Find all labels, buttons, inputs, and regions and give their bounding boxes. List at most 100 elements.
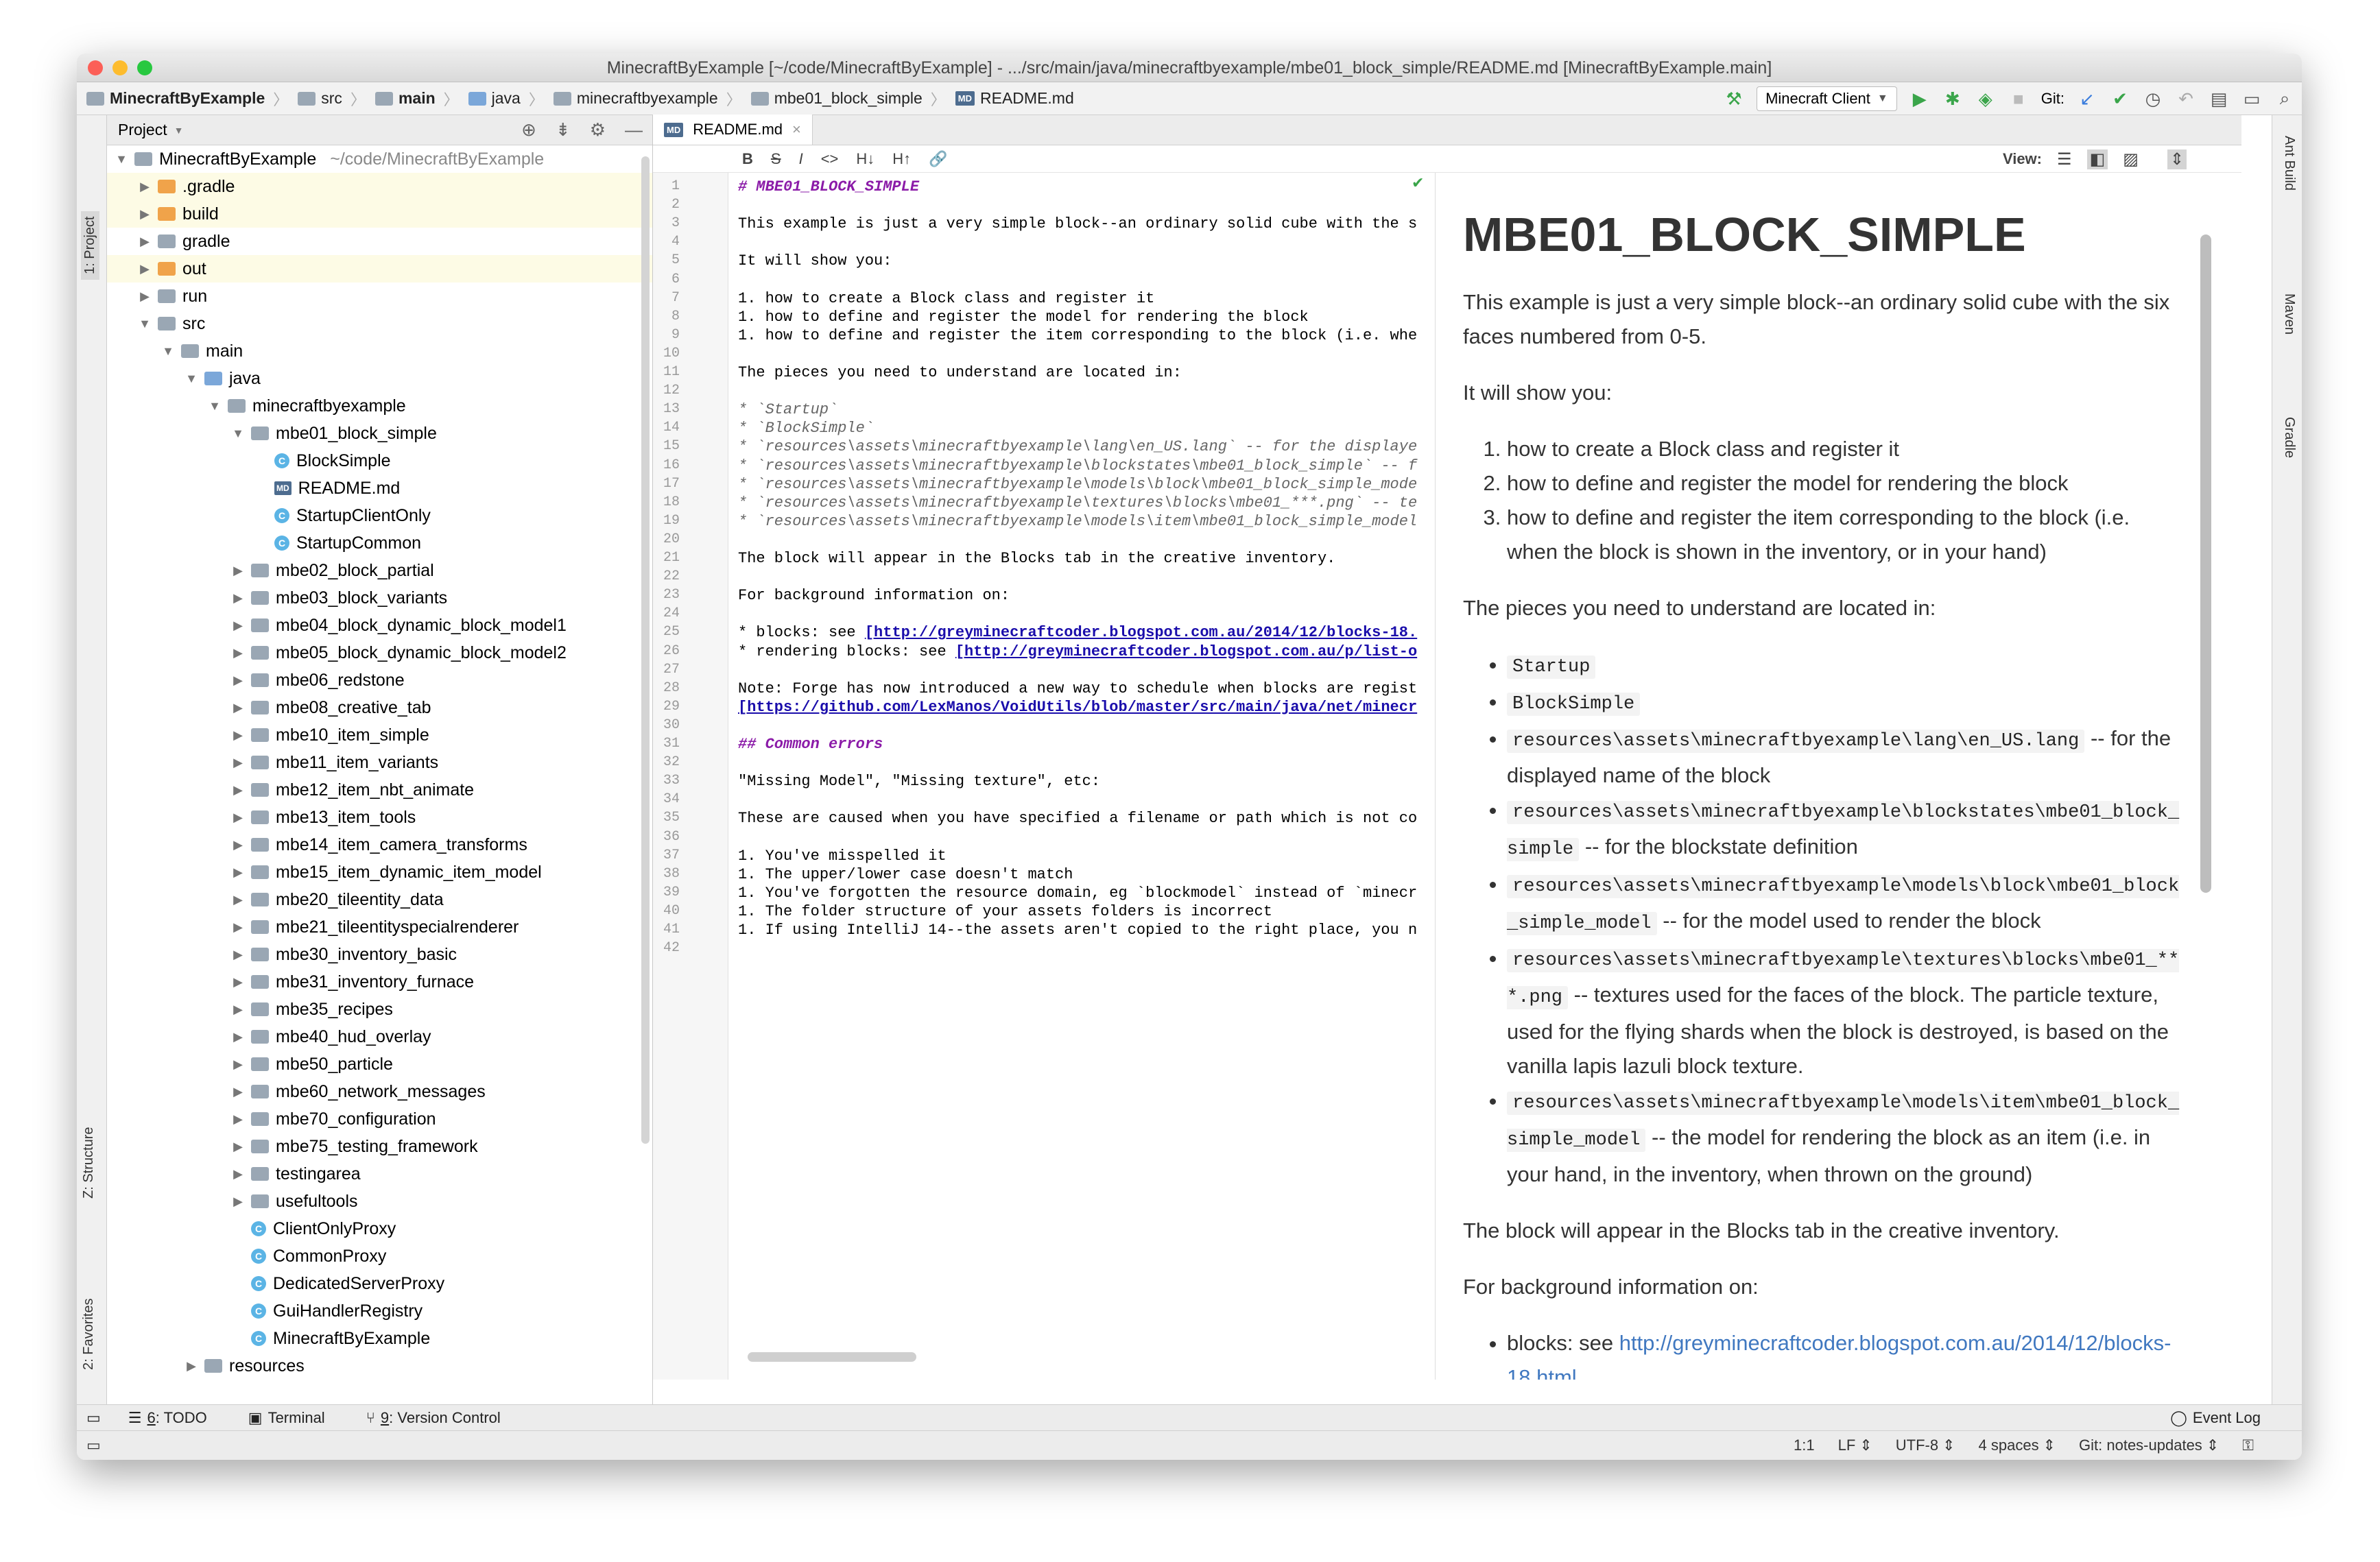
breadcrumb-item[interactable]: minecraftbyexample 〉: [553, 88, 741, 110]
tree-item[interactable]: ▶ mbe21_tileentityspecialrenderer: [107, 913, 652, 941]
close-tab-icon[interactable]: ×: [792, 121, 801, 139]
breadcrumb-item[interactable]: java 〉: [468, 88, 544, 110]
expand-arrow-icon[interactable]: ▶: [232, 564, 244, 578]
tree-item[interactable]: ▶ mbe50_particle: [107, 1050, 652, 1078]
expand-arrow-icon[interactable]: ▼: [115, 152, 128, 167]
expand-arrow-icon[interactable]: ▶: [232, 865, 244, 880]
tree-item[interactable]: ▶ mbe04_block_dynamic_block_model1: [107, 612, 652, 639]
tree-item[interactable]: ▼ main: [107, 337, 652, 365]
tree-item[interactable]: ▶ run: [107, 283, 652, 310]
project-scrollbar[interactable]: [641, 156, 650, 1144]
expand-arrow-icon[interactable]: ▶: [232, 810, 244, 825]
tool-tab-terminal[interactable]: ▣ Terminal: [248, 1409, 325, 1427]
tree-item[interactable]: ▶ mbe40_hud_overlay: [107, 1023, 652, 1050]
tree-item[interactable]: ▶ build: [107, 200, 652, 228]
editor-tab-readme[interactable]: MD README.md ×: [653, 115, 813, 145]
tool-tab-todo[interactable]: ☰ 6: TODO: [128, 1409, 207, 1427]
gear-icon[interactable]: ⚙: [590, 119, 606, 141]
tree-item[interactable]: ▶ .gradle: [107, 173, 652, 200]
expand-arrow-icon[interactable]: ▶: [232, 618, 244, 633]
tree-item[interactable]: ▶ mbe31_inventory_furnace: [107, 968, 652, 996]
tree-item[interactable]: ▶ mbe70_configuration: [107, 1105, 652, 1133]
tree-item[interactable]: C GuiHandlerRegistry: [107, 1297, 652, 1325]
bold-icon[interactable]: B: [742, 150, 753, 168]
expand-arrow-icon[interactable]: ▼: [232, 426, 244, 441]
expand-arrow-icon[interactable]: ▶: [232, 920, 244, 935]
tree-item[interactable]: C ClientOnlyProxy: [107, 1215, 652, 1242]
tree-item[interactable]: C DedicatedServerProxy: [107, 1270, 652, 1297]
header-down-icon[interactable]: H↓: [856, 150, 874, 168]
tool-tab-project[interactable]: 1: Project: [81, 211, 99, 280]
stop-icon[interactable]: ■: [2008, 88, 2029, 109]
tree-item[interactable]: C StartupCommon: [107, 529, 652, 557]
preview-only-icon[interactable]: ▨: [2123, 149, 2139, 169]
expand-arrow-icon[interactable]: ▶: [232, 591, 244, 605]
tree-item[interactable]: ▶ resources: [107, 1352, 652, 1380]
zoom-button[interactable]: [137, 60, 152, 75]
code-editor[interactable]: # MBE01_BLOCK_SIMPLE This example is just…: [738, 173, 1431, 1352]
expand-arrow-icon[interactable]: ▶: [232, 756, 244, 770]
editor-horizontal-scrollbar[interactable]: [748, 1352, 916, 1362]
expand-arrow-icon[interactable]: ▼: [209, 399, 221, 413]
git-branch[interactable]: Git: notes-updates ⇕: [2079, 1437, 2219, 1454]
split-view-icon[interactable]: ◧: [2086, 149, 2108, 169]
editor-only-icon[interactable]: ☰: [2057, 149, 2072, 169]
expand-arrow-icon[interactable]: ▶: [232, 1057, 244, 1072]
expand-arrow-icon[interactable]: ▶: [232, 948, 244, 962]
expand-arrow-icon[interactable]: ▶: [139, 262, 151, 276]
expand-arrow-icon[interactable]: ▶: [232, 1140, 244, 1154]
tree-item[interactable]: ▶ mbe05_block_dynamic_block_model2: [107, 639, 652, 666]
expand-arrow-icon[interactable]: ▶: [232, 701, 244, 715]
tool-tab-version-control[interactable]: ⑂ 9: Version Control: [366, 1409, 501, 1427]
minimize-button[interactable]: [112, 60, 128, 75]
tool-tab-gradle[interactable]: Gradle: [2281, 417, 2297, 458]
link-icon[interactable]: 🔗: [929, 150, 947, 168]
expand-arrow-icon[interactable]: ▶: [232, 838, 244, 852]
expand-arrow-icon[interactable]: ▶: [185, 1359, 198, 1373]
tree-item[interactable]: ▶ mbe35_recipes: [107, 996, 652, 1023]
expand-arrow-icon[interactable]: ▶: [232, 893, 244, 907]
git-history-icon[interactable]: ◷: [2143, 88, 2163, 109]
tree-item[interactable]: ▶ usefultools: [107, 1188, 652, 1215]
search-icon[interactable]: ⌕: [2274, 88, 2295, 109]
expand-arrow-icon[interactable]: ▶: [232, 1085, 244, 1099]
tree-item[interactable]: ▼ java: [107, 365, 652, 392]
expand-arrow-icon[interactable]: ▼: [162, 344, 174, 359]
collapse-all-icon[interactable]: ⇟: [556, 119, 571, 141]
expand-arrow-icon[interactable]: ▶: [139, 289, 151, 304]
git-update-icon[interactable]: ↙: [2077, 88, 2097, 109]
chevron-down-icon[interactable]: ▼: [174, 125, 184, 136]
italic-icon[interactable]: I: [799, 150, 803, 168]
file-encoding[interactable]: UTF-8 ⇕: [1896, 1437, 1955, 1454]
tool-tab-structure[interactable]: Z: Structure: [81, 1127, 97, 1199]
tool-tab-ant-build[interactable]: Ant Build: [2281, 136, 2297, 191]
breadcrumb-item[interactable]: src 〉: [298, 88, 366, 110]
tree-item[interactable]: ▶ out: [107, 255, 652, 283]
expand-arrow-icon[interactable]: ▶: [232, 1030, 244, 1044]
tree-item[interactable]: C StartupClientOnly: [107, 502, 652, 529]
close-button[interactable]: [88, 60, 103, 75]
strikethrough-icon[interactable]: S: [771, 150, 781, 168]
tree-item[interactable]: C BlockSimple: [107, 447, 652, 474]
tree-item[interactable]: ▶ mbe08_creative_tab: [107, 694, 652, 721]
tree-item[interactable]: ▶ mbe03_block_variants: [107, 584, 652, 612]
tree-root[interactable]: ▼ MinecraftByExample ~/code/MinecraftByE…: [107, 145, 652, 173]
git-commit-icon[interactable]: ✔: [2110, 88, 2130, 109]
tree-item[interactable]: ▶ mbe60_network_messages: [107, 1078, 652, 1105]
tree-item[interactable]: ▶ mbe12_item_nbt_animate: [107, 776, 652, 804]
debug-icon[interactable]: ✱: [1942, 88, 1963, 109]
tree-item[interactable]: ▶ gradle: [107, 228, 652, 255]
locate-icon[interactable]: ⊕: [521, 119, 536, 141]
expand-arrow-icon[interactable]: ▶: [232, 975, 244, 989]
expand-arrow-icon[interactable]: ▶: [232, 783, 244, 797]
preview-scrollbar[interactable]: [2200, 235, 2211, 893]
expand-arrow-icon[interactable]: ▶: [232, 1112, 244, 1127]
run-configuration-select[interactable]: Minecraft Client ▼: [1757, 86, 1897, 111]
tree-item[interactable]: ▶ mbe15_item_dynamic_item_model: [107, 858, 652, 886]
build-hammer-icon[interactable]: ⚒: [1724, 88, 1744, 109]
inspection-ok-icon[interactable]: ✔: [1412, 174, 1424, 192]
expand-arrow-icon[interactable]: ▶: [232, 1167, 244, 1181]
presentation-icon[interactable]: ▭: [2241, 88, 2262, 109]
hide-icon[interactable]: —: [625, 119, 643, 141]
breadcrumb-item[interactable]: MD README.md: [955, 89, 1074, 108]
